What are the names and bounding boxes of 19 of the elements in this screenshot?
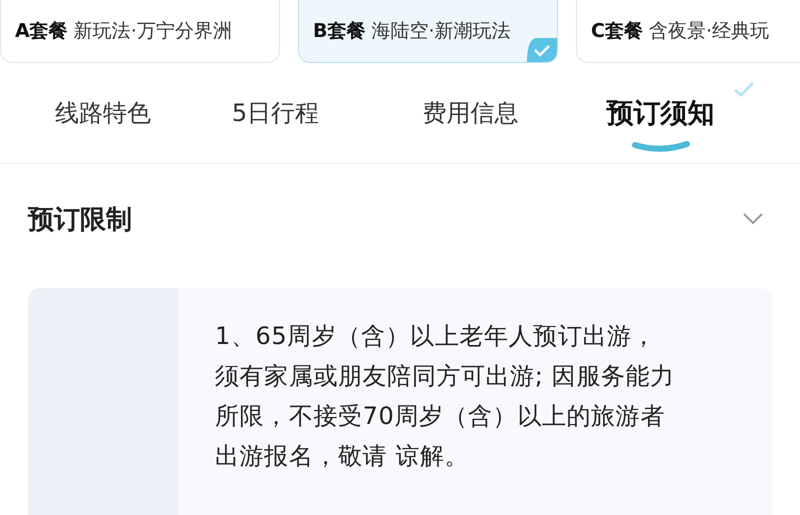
package-card[interactable]: A套餐 新玩法·万宁分界洲 bbox=[0, 0, 280, 63]
notice-text: 1、65周岁（含）以上老年人预订出游，须有家属或朋友陪同方可出游; 因服务能力所限，不接受70周岁（含）以上的旅游者出游报名，敬请 谅解。 bbox=[215, 321, 676, 472]
package-name: 新玩法·万宁分界洲 bbox=[74, 18, 232, 44]
package-code: C套餐 bbox=[591, 18, 643, 44]
underline-icon bbox=[630, 139, 690, 153]
tab[interactable]: 预订须知 bbox=[568, 83, 753, 153]
check-icon bbox=[527, 38, 557, 62]
tab[interactable]: 费用信息 bbox=[373, 85, 568, 151]
tick-icon bbox=[733, 81, 755, 97]
package-card[interactable]: C套餐 含夜景·经典玩 bbox=[576, 0, 800, 63]
package-name: 海陆空·新潮玩法 bbox=[371, 18, 511, 44]
section-title: 预订限制 bbox=[28, 204, 132, 236]
package-card[interactable]: B套餐 海陆空·新潮玩法 bbox=[298, 0, 558, 63]
package-code: B套餐 bbox=[313, 18, 366, 44]
tab[interactable]: 线路特色 bbox=[28, 85, 178, 151]
package-code: A套餐 bbox=[15, 18, 68, 44]
package-name: 含夜景·经典玩 bbox=[648, 18, 769, 44]
tab[interactable]: 5日行程 bbox=[178, 85, 373, 151]
chevron-icon[interactable] bbox=[742, 212, 764, 226]
